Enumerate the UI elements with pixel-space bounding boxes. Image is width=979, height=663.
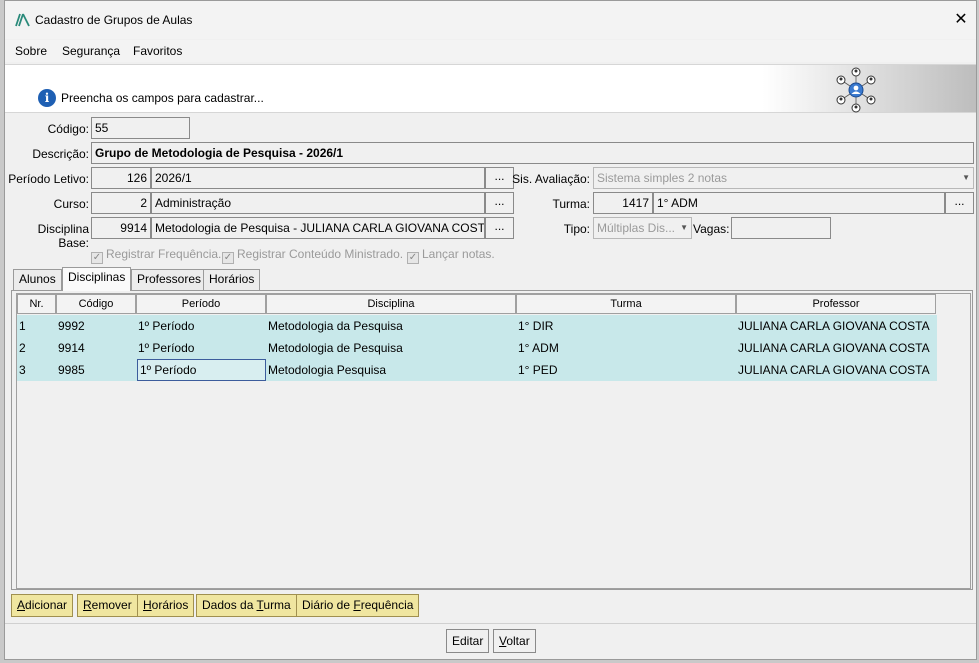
header-professor[interactable]: Professor xyxy=(736,294,936,314)
header-turma[interactable]: Turma xyxy=(516,294,736,314)
cell-periodo: 1º Período xyxy=(138,341,195,355)
menu-seguranca[interactable]: Segurança xyxy=(62,44,120,58)
cell-nr: 3 xyxy=(19,363,26,377)
disciplina-base-label: Disciplina Base: xyxy=(37,222,89,250)
cell-codigo: 9992 xyxy=(58,319,85,333)
cell-periodo-selected[interactable]: 1º Período xyxy=(137,359,266,381)
checkmark-icon: ✓ xyxy=(222,252,234,264)
periodo-id-field[interactable]: 126 xyxy=(91,167,151,189)
registrar-frequencia-checkbox[interactable]: ✓ Registrar Frequência. xyxy=(91,247,221,264)
turma-field[interactable]: 1° ADM xyxy=(653,192,945,214)
app-logo-icon xyxy=(15,13,30,27)
users-network-icon xyxy=(836,67,876,113)
cell-codigo: 9914 xyxy=(58,341,85,355)
descricao-label: Descrição: xyxy=(32,147,89,161)
table-row[interactable]: 2 9914 1º Período Metodologia de Pesquis… xyxy=(17,337,937,359)
curso-label: Curso: xyxy=(53,197,89,211)
disciplinas-table[interactable]: Nr. Código Período Disciplina Turma Prof… xyxy=(16,293,971,589)
descricao-field[interactable]: Grupo de Metodologia de Pesquisa - 2026/… xyxy=(91,142,974,164)
window-title: Cadastro de Grupos de Aulas xyxy=(35,13,193,27)
chevron-down-icon: ▼ xyxy=(962,173,970,182)
close-icon[interactable]: ✕ xyxy=(946,5,976,35)
menu-favoritos[interactable]: Favoritos xyxy=(133,44,182,58)
chevron-down-icon: ▼ xyxy=(680,223,688,232)
info-banner: i Preencha os campos para cadastrar... xyxy=(5,64,976,113)
header-periodo[interactable]: Período xyxy=(136,294,266,314)
tipo-select[interactable]: Múltiplas Dis... ▼ xyxy=(593,217,692,239)
dados-turma-button[interactable]: Dados da Turma xyxy=(196,594,297,617)
sis-avaliacao-select[interactable]: Sistema simples 2 notas ▼ xyxy=(593,167,974,189)
cell-professor: JULIANA CARLA GIOVANA COSTA xyxy=(738,319,930,333)
header-codigo[interactable]: Código xyxy=(56,294,136,314)
disciplinas-panel: Nr. Código Período Disciplina Turma Prof… xyxy=(11,290,973,590)
turma-id-field[interactable]: 1417 xyxy=(593,192,653,214)
vagas-label: Vagas: xyxy=(693,222,730,236)
tab-horarios[interactable]: Horários xyxy=(203,269,261,290)
cell-turma: 1° PED xyxy=(518,363,558,377)
tipo-label: Tipo: xyxy=(563,222,590,236)
vagas-field[interactable] xyxy=(731,217,831,239)
banner-message: Preencha os campos para cadastrar... xyxy=(61,91,264,105)
codigo-label: Código: xyxy=(47,122,89,136)
tab-alunos[interactable]: Alunos xyxy=(13,269,62,290)
curso-field[interactable]: Administração xyxy=(151,192,485,214)
horarios-button[interactable]: Horários xyxy=(137,594,195,617)
registrar-conteudo-checkbox[interactable]: ✓ Registrar Conteúdo Ministrado. xyxy=(222,247,403,264)
periodo-field[interactable]: 2026/1 xyxy=(151,167,485,189)
cell-nr: 1 xyxy=(19,319,26,333)
checkmark-icon: ✓ xyxy=(407,252,419,264)
lancar-notas-checkbox[interactable]: ✓ Lançar notas. xyxy=(407,247,495,264)
codigo-field[interactable]: 55 xyxy=(91,117,190,139)
table-row[interactable]: 1 9992 1º Período Metodologia da Pesquis… xyxy=(17,315,937,337)
header-nr[interactable]: Nr. xyxy=(17,294,56,314)
cell-disciplina: Metodologia Pesquisa xyxy=(268,363,387,377)
tab-disciplinas[interactable]: Disciplinas xyxy=(62,267,132,291)
header-disciplina[interactable]: Disciplina xyxy=(266,294,516,314)
checkmark-icon: ✓ xyxy=(91,252,103,264)
periodo-label: Período Letivo: xyxy=(8,172,89,186)
footer-divider xyxy=(5,623,976,624)
diario-frequencia-button[interactable]: Diário de Frequência xyxy=(296,594,420,617)
sis-avaliacao-value: Sistema simples 2 notas xyxy=(597,171,728,185)
editar-button[interactable]: Editar xyxy=(446,629,490,653)
adicionar-button[interactable]: Adicionar xyxy=(11,594,74,617)
menu-bar: Sobre Segurança Favoritos xyxy=(5,40,976,62)
disciplina-field[interactable]: Metodologia de Pesquisa - JULIANA CARLA … xyxy=(151,217,485,239)
cell-turma: 1° ADM xyxy=(518,341,559,355)
cell-disciplina: Metodologia de Pesquisa xyxy=(268,341,403,355)
sis-avaliacao-label: Sis. Avaliação: xyxy=(512,172,590,186)
turma-label: Turma: xyxy=(552,197,590,211)
tipo-value: Múltiplas Dis... xyxy=(597,221,676,235)
voltar-button[interactable]: Voltar xyxy=(493,629,536,653)
cell-professor: JULIANA CARLA GIOVANA COSTA xyxy=(738,363,930,377)
title-bar: Cadastro de Grupos de Aulas ✕ xyxy=(5,1,976,39)
disciplina-id-field[interactable]: 9914 xyxy=(91,217,151,239)
curso-id-field[interactable]: 2 xyxy=(91,192,151,214)
remover-button[interactable]: Remover xyxy=(77,594,138,617)
table-row[interactable]: 3 9985 1º Período Metodologia Pesquisa 1… xyxy=(17,359,937,381)
menu-sobre[interactable]: Sobre xyxy=(15,44,47,58)
turma-search-button[interactable]: ... xyxy=(945,192,974,214)
info-icon: i xyxy=(38,89,56,107)
cell-periodo: 1º Período xyxy=(138,319,195,333)
tab-professores[interactable]: Professores xyxy=(131,269,208,290)
main-window: Cadastro de Grupos de Aulas ✕ Sobre Segu… xyxy=(4,0,977,660)
cell-codigo: 9985 xyxy=(58,363,85,377)
cell-professor: JULIANA CARLA GIOVANA COSTA xyxy=(738,341,930,355)
cell-turma: 1° DIR xyxy=(518,319,554,333)
cell-nr: 2 xyxy=(19,341,26,355)
cell-disciplina: Metodologia da Pesquisa xyxy=(268,319,403,333)
